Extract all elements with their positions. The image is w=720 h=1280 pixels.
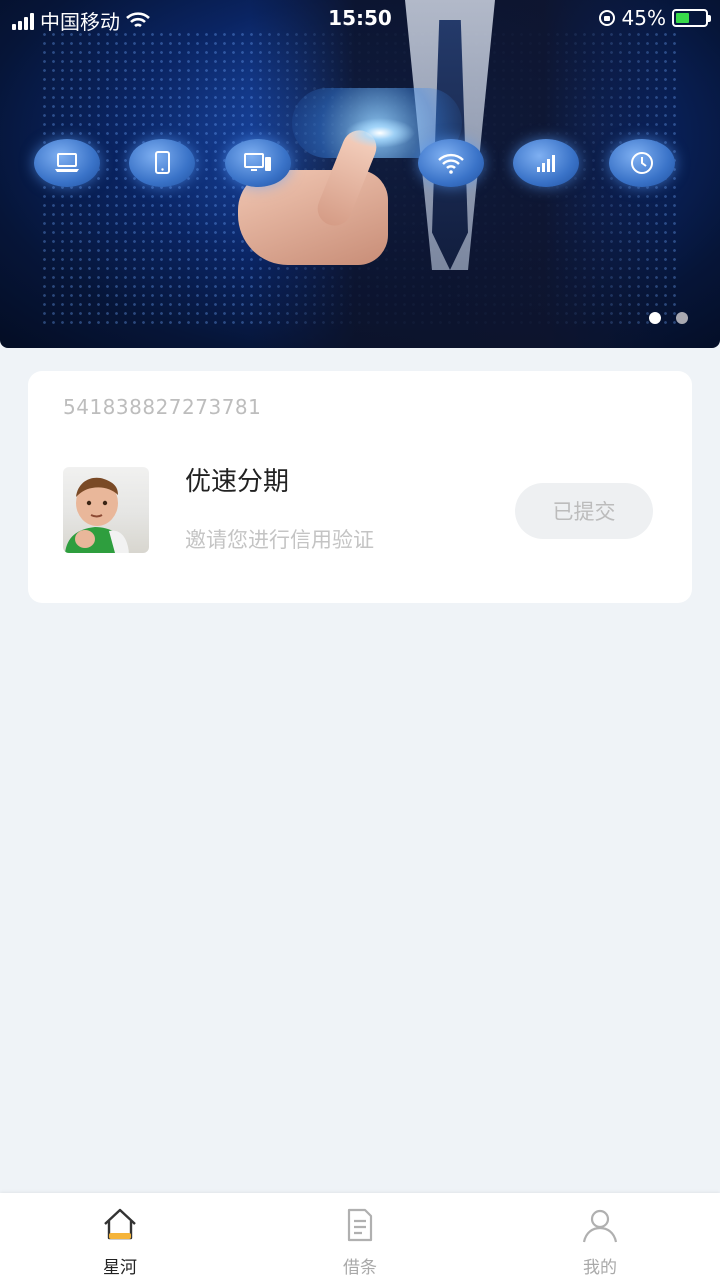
avatar (63, 467, 149, 553)
document-icon (347, 1208, 373, 1242)
carousel-indicator-active[interactable] (649, 312, 661, 324)
carousel-indicator[interactable] (676, 312, 688, 324)
battery-percent: 45% (621, 6, 666, 30)
clock-icon (609, 139, 675, 187)
laptop-icon (34, 139, 100, 187)
product-subtitle: 邀请您进行信用验证 (185, 528, 374, 552)
tab-profile[interactable]: 我的 (480, 1193, 720, 1280)
tab-label: 借条 (343, 1258, 377, 1278)
signal-icon (513, 139, 579, 187)
tab-notes[interactable]: 借条 (240, 1193, 480, 1280)
banner-carousel[interactable] (0, 0, 720, 348)
desktop-icon (225, 139, 291, 187)
bottom-tab-bar: 星河 借条 我的 (0, 1193, 720, 1280)
loan-card[interactable]: 541838827273781 优速分期 邀请您进行信用验证 已提交 (28, 371, 692, 603)
submitted-button[interactable]: 已提交 (515, 483, 653, 539)
tab-home[interactable]: 星河 (0, 1193, 240, 1280)
home-icon (104, 1208, 136, 1240)
user-icon (582, 1209, 618, 1243)
tab-label: 星河 (103, 1258, 137, 1278)
battery-icon (672, 9, 711, 27)
tab-label: 我的 (583, 1258, 617, 1278)
order-number: 541838827273781 (63, 395, 262, 419)
wifi-icon (418, 139, 484, 187)
status-bar: 中国移动 15:50 45% (0, 0, 720, 38)
tablet-icon (129, 139, 195, 187)
orientation-lock-icon (598, 10, 615, 26)
product-title: 优速分期 (185, 467, 290, 497)
light-flare (345, 118, 415, 148)
